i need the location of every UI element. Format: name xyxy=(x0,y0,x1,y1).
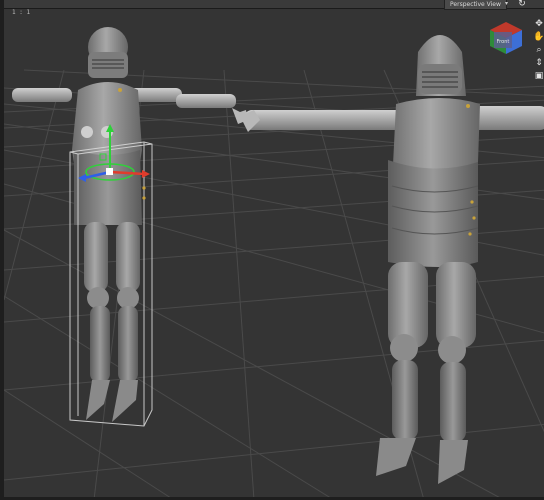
scene-canvas[interactable] xyxy=(4,0,544,500)
camera-selector[interactable]: Perspective View xyxy=(444,0,507,10)
figure-left[interactable] xyxy=(12,27,248,422)
triangle-down-icon[interactable]: ▾ xyxy=(502,0,511,8)
aspect-ratio-label: 1 : 1 xyxy=(12,9,31,16)
pan-icon[interactable]: ✋ xyxy=(533,31,544,43)
nav-cube-face-label: Front xyxy=(497,39,510,45)
frame-icon[interactable]: ▣ xyxy=(533,70,544,82)
zoom-icon[interactable]: ⌕ xyxy=(533,44,544,56)
dolly-icon[interactable]: ⇕ xyxy=(533,57,544,69)
navigation-tools: ✥ ✋ ⌕ ⇕ ▣ xyxy=(532,18,544,82)
navigation-cube[interactable]: Front xyxy=(488,20,524,56)
refresh-icon[interactable]: ↻ xyxy=(516,0,528,9)
3d-viewport[interactable]: Perspective View ▾ ↻ 1 : 1 Front ✥ ✋ ⌕ ⇕… xyxy=(0,0,544,500)
orbit-icon[interactable]: ✥ xyxy=(533,18,544,30)
